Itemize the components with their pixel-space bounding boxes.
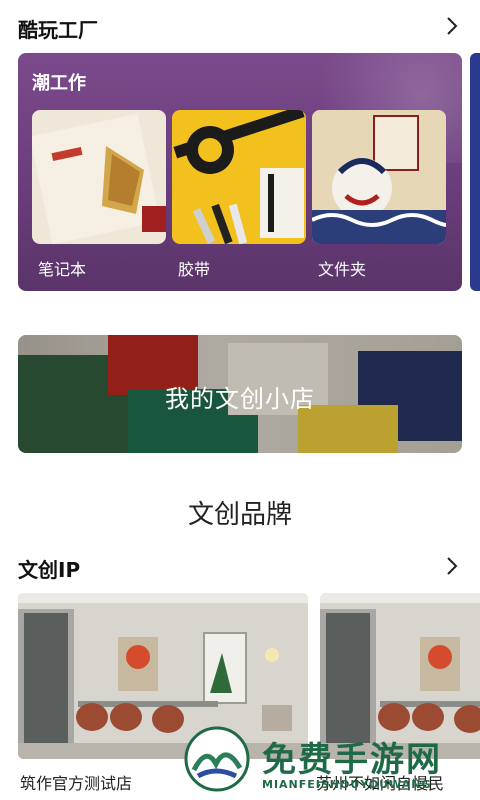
watermark-text: 免费手游网 <box>262 740 442 780</box>
folder-label: 文件夹 <box>318 260 367 279</box>
tape-tile[interactable] <box>172 110 306 244</box>
tape-image <box>173 110 305 244</box>
notebook-image <box>32 113 166 244</box>
store-name: 筑作官方测试店 <box>20 774 133 793</box>
notebook-tile[interactable] <box>32 110 166 244</box>
cool-factory-title: 酷玩工厂 <box>18 18 98 42</box>
ip-header[interactable]: 文创IP <box>0 546 480 586</box>
notebook-label: 笔记本 <box>38 260 87 279</box>
chevron-right-icon[interactable] <box>442 16 462 36</box>
folder-tile[interactable] <box>312 110 446 244</box>
folder-image <box>312 110 446 244</box>
watermark-subtext: MIANFEISHOUYOUWANG <box>262 778 432 791</box>
my-shop-title: 我的文创小店 <box>165 385 315 413</box>
trend-work-title: 潮工作 <box>32 73 86 94</box>
watermark-logo <box>184 726 250 792</box>
tape-label: 胶带 <box>178 260 211 279</box>
my-shop-banner[interactable]: 我的文创小店 <box>18 335 462 453</box>
brand-heading: 文创品牌 <box>187 500 292 530</box>
trend-work-card[interactable]: 潮工作 笔记本 胶带 文件夹 <box>18 53 462 291</box>
chevron-right-icon[interactable] <box>442 556 462 576</box>
ip-title: 文创IP <box>18 558 81 582</box>
next-card-peek[interactable] <box>470 53 480 291</box>
cool-factory-header[interactable]: 酷玩工厂 <box>0 6 480 46</box>
